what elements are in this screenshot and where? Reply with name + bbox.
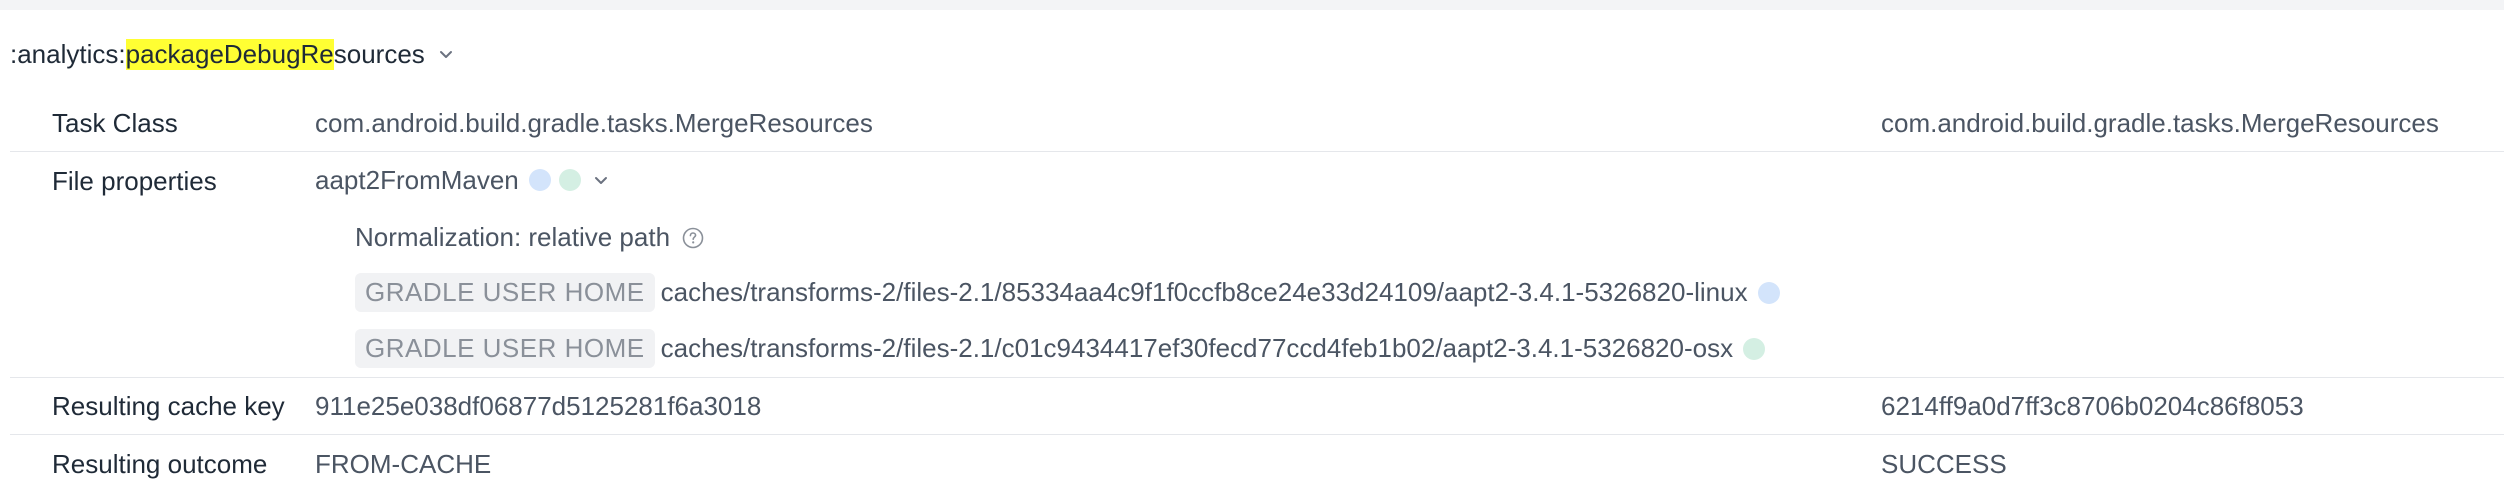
file-property-entry[interactable]: aapt2FromMaven (315, 152, 609, 208)
cache-key-row: Resulting cache key 911e25e038df06877d51… (10, 377, 2504, 435)
linux-file-marker (1757, 281, 1780, 304)
outcome-left-value: FROM-CACHE (315, 449, 492, 479)
outcome-label: Resulting outcome (52, 449, 268, 479)
cache-key-left-value: 911e25e038df06877d5125281f6a3018 (315, 391, 762, 421)
file-properties-label: File properties (52, 166, 217, 196)
task-path-highlight: packageDebugRe (125, 38, 334, 70)
file-properties-row: File properties aapt2FromMaven Normaliza… (10, 151, 2504, 378)
normalization-info: Normalization: relative path (355, 222, 704, 253)
file-path-osx: GRADLE USER HOME caches/transforms-2/fil… (355, 329, 1766, 368)
outcome-row: Resulting outcome FROM-CACHE SUCCESS (10, 434, 2504, 485)
linux-file-marker (528, 169, 551, 191)
gradle-user-home-badge: GRADLE USER HOME (355, 273, 655, 312)
osx-file-marker (1743, 337, 1766, 360)
top-band (0, 0, 2504, 10)
cache-key-label: Resulting cache key (52, 391, 285, 421)
task-class-left-value: com.android.build.gradle.tasks.MergeReso… (315, 108, 873, 138)
file-path-linux: GRADLE USER HOME caches/transforms-2/fil… (355, 273, 1780, 312)
gradle-user-home-badge: GRADLE USER HOME (355, 329, 655, 368)
cache-key-right-value: 6214ff9a0d7ff3c8706b0204c86f8053 (1881, 391, 2304, 421)
chevron-down-icon[interactable] (437, 45, 455, 63)
outcome-right-value: SUCCESS (1881, 449, 2007, 479)
task-path-prefix: :analytics: (10, 38, 126, 69)
file-path-text: caches/transforms-2/files-2.1/85334aa4c9… (660, 277, 1748, 307)
task-class-right-value: com.android.build.gradle.tasks.MergeReso… (1881, 108, 2439, 138)
osx-file-marker (558, 169, 581, 191)
task-path-suffix: sources (333, 38, 425, 69)
normalization-text: Normalization: relative path (355, 222, 671, 252)
task-class-label: Task Class (52, 108, 178, 138)
task-path-header[interactable]: :analytics: packageDebugRe sources (10, 22, 455, 86)
chevron-down-icon[interactable] (593, 172, 609, 188)
file-property-name: aapt2FromMaven (315, 164, 519, 195)
help-circle-icon[interactable] (682, 227, 704, 249)
file-path-text: caches/transforms-2/files-2.1/c01c943441… (660, 333, 1734, 363)
task-class-row: Task Class com.android.build.gradle.task… (10, 96, 2504, 152)
